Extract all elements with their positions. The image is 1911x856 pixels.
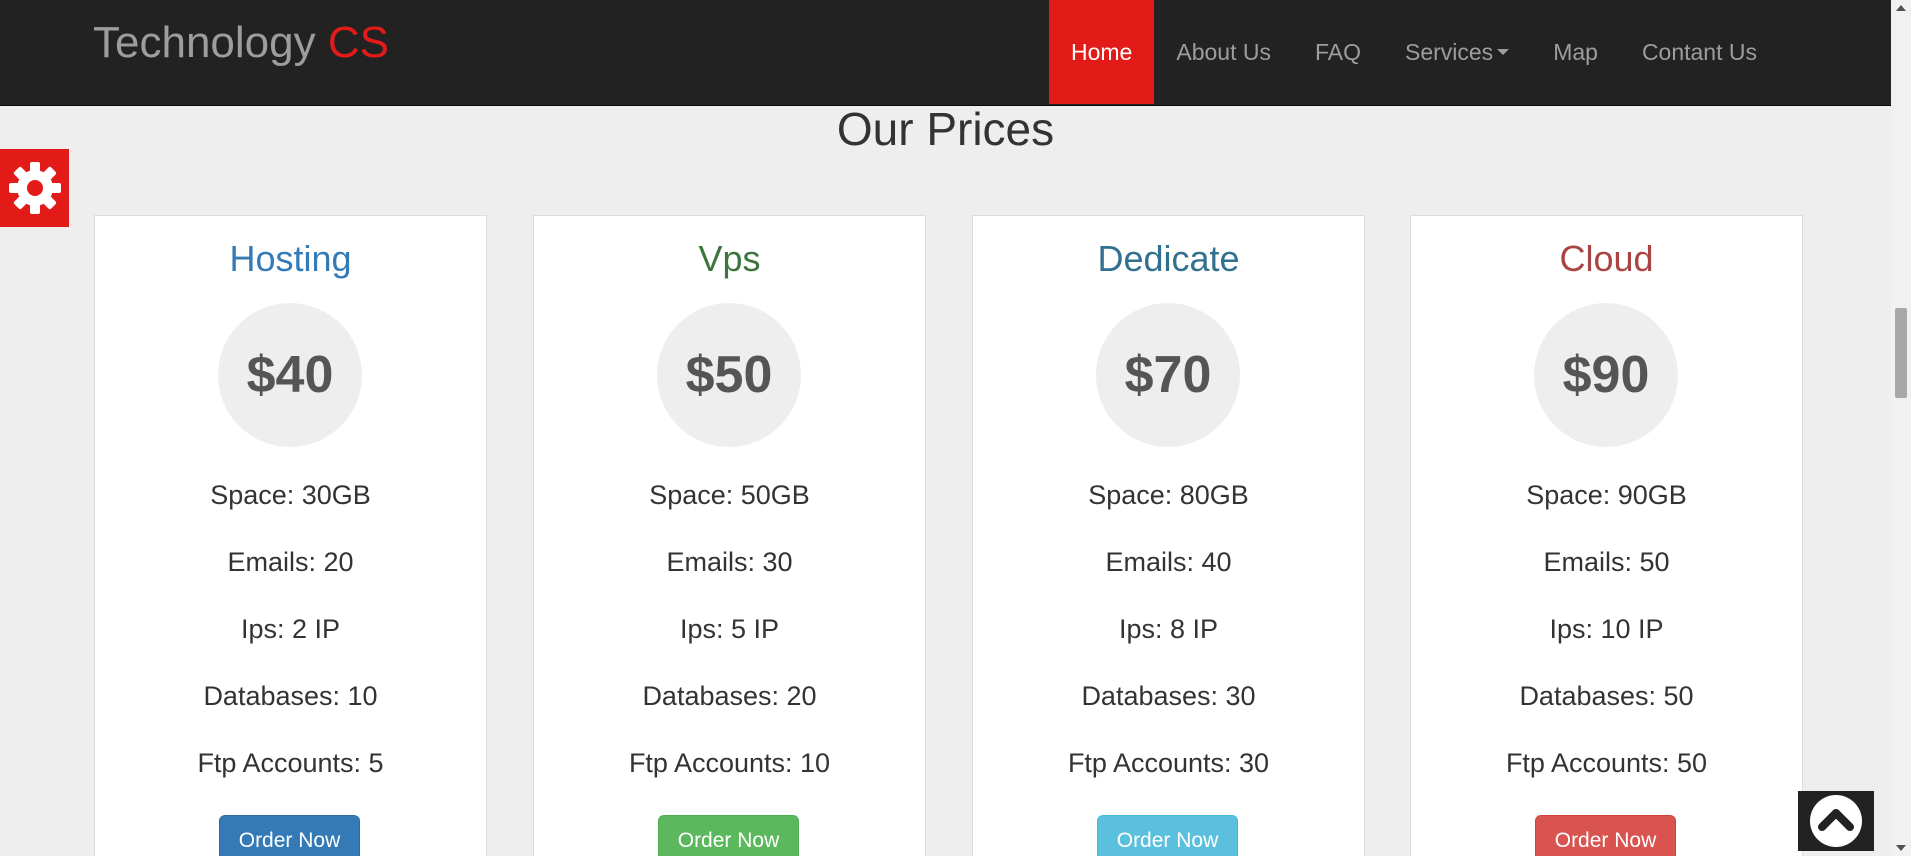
feature-emails: Emails: 20 [227,547,354,577]
caret-down-icon [1497,49,1510,55]
brand-logo[interactable]: Technology CS [93,18,389,68]
main-nav: Home About Us FAQ Services Map Contant U… [1049,0,1779,104]
feature-ftp-accounts: Ftp Accounts: 5 [197,748,384,778]
order-now-button[interactable]: Order Now [1097,815,1238,856]
nav-item-label: Services [1404,38,1494,65]
order-now-button[interactable]: Order Now [1535,815,1676,856]
pricing-card-vps: Vps $50 Space: 50GB Emails: 30 Ips: 5 IP… [533,215,926,856]
feature-ips: Ips: 2 IP [240,614,341,644]
nav-item-home[interactable]: Home [1049,0,1155,104]
feature-space: Space: 50GB [649,480,810,510]
feature-list: Space: 50GB Emails: 30 Ips: 5 IP Databas… [534,474,925,809]
feature-databases: Databases: 50 [1519,681,1694,711]
navbar: Technology CS Home About Us FAQ Services… [0,0,1891,106]
price-circle: $50 [657,303,801,447]
page: Technology CS Home About Us FAQ Services… [0,0,1911,856]
nav-item-contact-us[interactable]: Contant Us [1620,0,1779,104]
pricing-card-cloud: Cloud $90 Space: 90GB Emails: 50 Ips: 10… [1410,215,1803,856]
nav-item-about-us[interactable]: About Us [1154,0,1293,104]
scroll-to-top-button[interactable] [1798,791,1874,851]
price-circle: $90 [1534,303,1678,447]
feature-databases: Databases: 30 [1081,681,1256,711]
feature-space: Space: 90GB [1526,480,1687,510]
pricing-card-dedicate: Dedicate $70 Space: 80GB Emails: 40 Ips:… [972,215,1365,856]
settings-toggle-button[interactable] [0,149,69,227]
feature-space: Space: 30GB [210,480,371,510]
scroll-up-arrow-icon[interactable] [1896,5,1906,11]
price-circle: $40 [218,303,362,447]
nav-item-map[interactable]: Map [1531,0,1620,104]
brand-accent: CS [327,18,389,67]
plan-title: Dedicate [1097,238,1240,279]
feature-list: Space: 30GB Emails: 20 Ips: 2 IP Databas… [95,474,486,809]
price-circle: $70 [1096,303,1240,447]
plan-title: Hosting [229,238,352,279]
scroll-down-arrow-icon[interactable] [1896,845,1906,851]
nav-item-faq[interactable]: FAQ [1293,0,1383,104]
chevron-up-circle-icon [1810,795,1862,847]
nav-item-label: FAQ [1314,38,1361,65]
feature-list: Space: 90GB Emails: 50 Ips: 10 IP Databa… [1411,474,1802,809]
nav-item-label: Home [1071,38,1133,65]
feature-ips: Ips: 5 IP [679,614,780,644]
feature-ftp-accounts: Ftp Accounts: 50 [1505,748,1708,778]
nav-item-label: About Us [1176,38,1271,65]
feature-ips: Ips: 8 IP [1118,614,1219,644]
feature-emails: Emails: 30 [666,547,793,577]
feature-databases: Databases: 20 [642,681,817,711]
feature-emails: Emails: 50 [1543,547,1670,577]
scrollbar-thumb[interactable] [1895,308,1907,398]
feature-ftp-accounts: Ftp Accounts: 30 [1067,748,1270,778]
section-title: Our Prices [836,103,1055,155]
plan-title: Vps [698,238,761,279]
plan-title: Cloud [1559,238,1654,279]
order-now-button[interactable]: Order Now [219,815,360,856]
feature-ips: Ips: 10 IP [1549,614,1664,644]
feature-emails: Emails: 40 [1105,547,1232,577]
order-now-button[interactable]: Order Now [658,815,799,856]
feature-databases: Databases: 10 [203,681,378,711]
nav-item-label: Map [1553,38,1598,65]
feature-list: Space: 80GB Emails: 40 Ips: 8 IP Databas… [973,474,1364,809]
scrollbar[interactable] [1891,0,1911,856]
brand-text: Technology [93,18,316,67]
pricing-card-hosting: Hosting $40 Space: 30GB Emails: 20 Ips: … [94,215,487,856]
nav-item-label: Contant Us [1641,38,1757,65]
feature-space: Space: 80GB [1088,480,1249,510]
gear-icon [8,162,61,214]
feature-ftp-accounts: Ftp Accounts: 10 [628,748,831,778]
nav-item-services[interactable]: Services [1383,0,1531,104]
